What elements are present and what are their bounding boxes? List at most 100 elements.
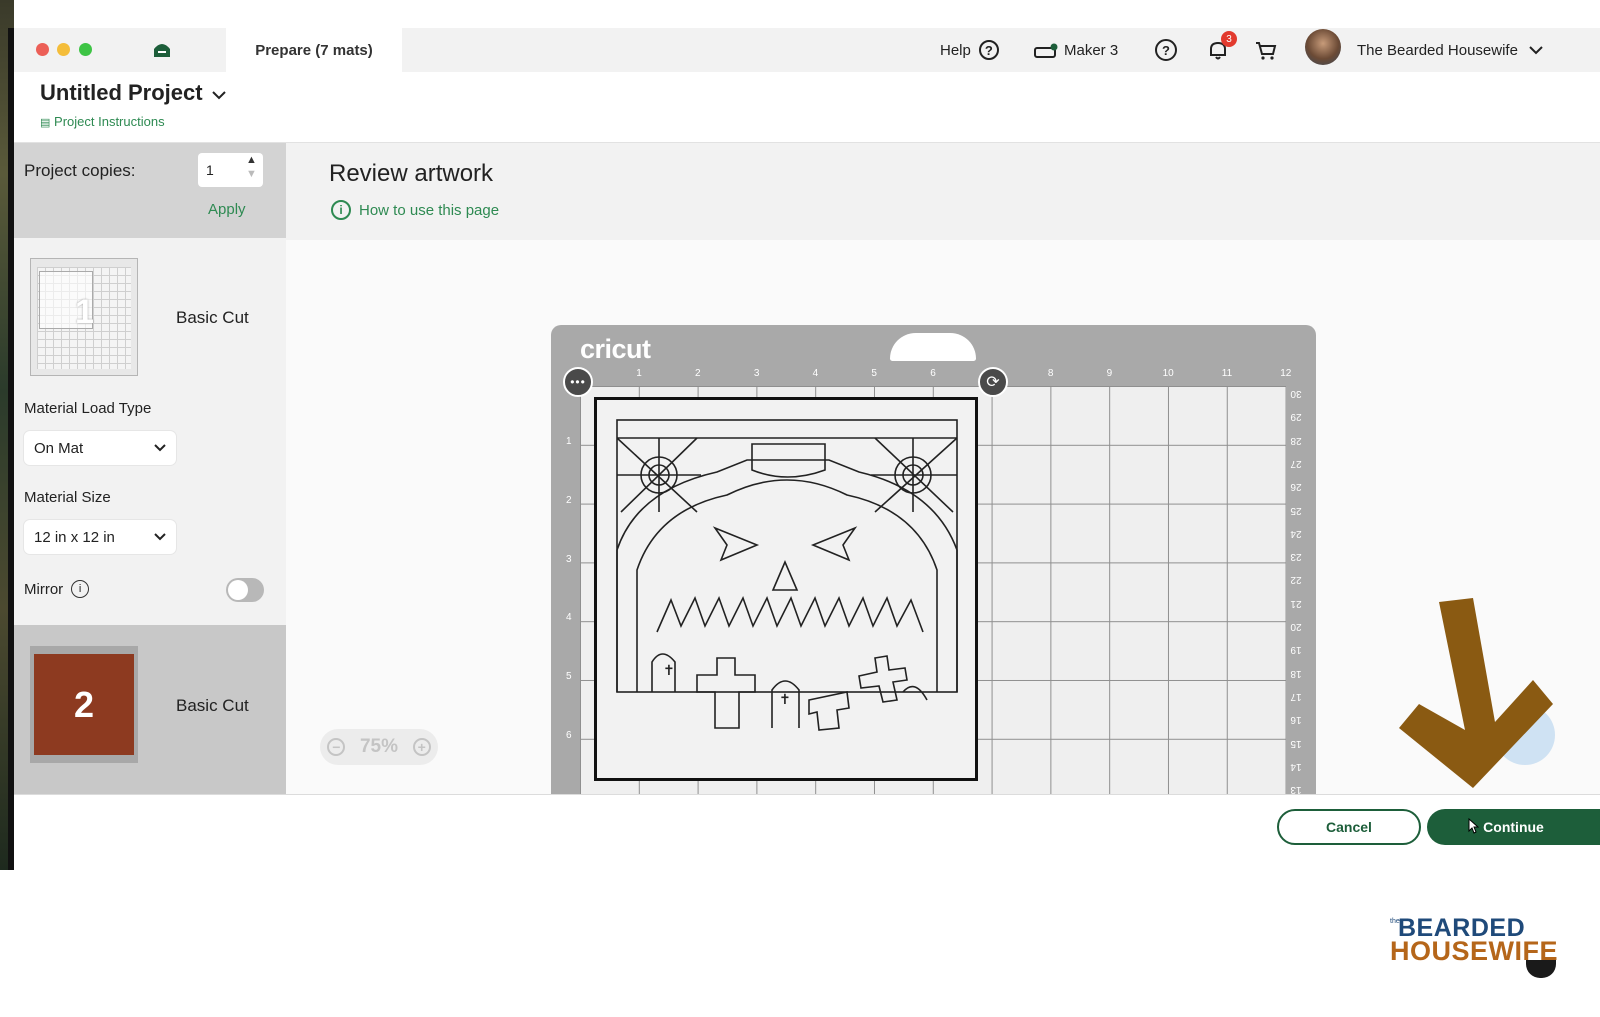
ruler-top-tick: 9 [1106,368,1113,379]
help-icon: ? [978,40,999,60]
copies-label: Project copies: [24,161,136,180]
rotate-button[interactable]: ⟳ [978,367,1008,397]
home-icon[interactable] [151,38,173,60]
user-name: The Bearded Housewife [1357,41,1518,59]
minimize-window-button[interactable] [57,43,70,56]
ruler-right-tick: 25 [1290,504,1302,516]
avatar[interactable] [1305,29,1341,65]
info-icon[interactable]: i [71,580,90,598]
ruler-right-tick: 16 [1290,714,1302,726]
document-icon: ▤ [40,117,51,129]
continue-button[interactable]: Continue [1427,809,1600,845]
ruler-right-tick: 22 [1290,574,1302,586]
cart-button[interactable] [1254,28,1278,72]
ruler-left-tick: 5 [566,671,572,683]
zoom-level: 75% [359,736,399,757]
ruler-top-tick: 2 [695,368,701,379]
mat-2-thumbnail[interactable]: 2 [30,646,138,763]
machine-icon [1034,43,1058,58]
ruler-left-tick: 6 [566,730,572,741]
material-load-type-select[interactable]: On Mat [24,431,176,465]
page-title: Review artwork [329,160,494,187]
mat-2-label: Basic Cut [176,696,249,715]
ruler-right-tick: 23 [1290,551,1302,563]
ruler-left-tick: 2 [566,494,572,506]
ruler-top-tick: 1 [636,368,642,379]
mat-1-thumbnail[interactable]: 1 [30,258,138,376]
material-size-label: Material Size [24,489,111,506]
question-bubble-icon: ? [1155,39,1177,61]
ellipsis-icon: ••• [570,375,586,389]
rotate-icon: ⟳ [986,374,1000,391]
zoom-window-button[interactable] [79,43,92,56]
ruler-right-tick: 30 [1290,388,1302,399]
svg-text:✝: ✝ [663,663,675,679]
cart-icon [1256,42,1277,60]
ruler-top-tick: 10 [1162,368,1174,379]
ruler-top-tick: 8 [1047,368,1054,379]
info-icon: i [331,200,351,220]
ruler-right-tick: 20 [1290,621,1302,632]
machine-label: Maker 3 [1064,41,1119,59]
close-window-button[interactable] [36,43,49,56]
ruler-right-tick: 15 [1290,737,1302,749]
ruler-top-tick: 5 [871,368,877,379]
mirror-row: Mirror i [24,580,90,598]
ruler-left-tick: 4 [566,612,572,624]
copies-stepper[interactable]: ▲ ▼ [246,153,257,181]
ruler-right-tick: 19 [1290,644,1302,656]
arrow-annotation [1395,596,1555,792]
chevron-down-icon [154,444,166,452]
user-menu[interactable]: The Bearded Housewife [1357,28,1544,72]
ruler-right-tick: 17 [1290,690,1302,702]
ruler-top-tick: 4 [812,368,819,379]
beard-icon [1526,960,1556,978]
mat-handle [890,333,976,361]
review-header [286,143,1600,240]
ruler-right-tick: 14 [1290,760,1302,772]
halloween-artwork: ✝ ✝ [616,419,958,731]
ruler-right-tick: 28 [1290,434,1302,446]
chevron-down-icon [1529,46,1543,55]
support-button[interactable]: ? [1155,28,1177,72]
zoom-control: − 75% + [320,729,438,765]
more-options-button[interactable]: ••• [563,367,593,397]
ruler-top-tick: 3 [753,368,760,379]
material-load-type-label: Material Load Type [24,400,152,417]
ruler-right-tick: 29 [1290,411,1302,423]
tab-prepare[interactable]: Prepare (7 mats) [226,28,402,72]
material-size-select[interactable]: 12 in x 12 in [24,520,176,554]
svg-text:✝: ✝ [779,692,791,708]
ruler-left-tick: 3 [566,553,572,565]
ruler-right-tick: 24 [1290,527,1302,539]
mat-1-label: Basic Cut [176,308,249,327]
bearded-housewife-logo: the BEARDED HOUSEWIFE [1390,914,1560,984]
ruler-right-tick: 21 [1290,597,1302,609]
tab-prepare-label: Prepare (7 mats) [255,41,373,59]
ruler-top-tick: 6 [930,368,936,379]
apply-button[interactable]: Apply [208,201,246,218]
chevron-down-icon [154,533,166,541]
how-to-link[interactable]: i How to use this page [331,200,499,220]
ruler-top-tick: 11 [1221,368,1233,379]
zoom-out-button[interactable]: − [327,738,346,756]
chevron-down-icon [211,91,226,100]
ruler-right-tick: 26 [1290,481,1302,493]
mouse-cursor [1467,817,1480,835]
ruler-top-tick: 12 [1280,368,1292,379]
zoom-in-button[interactable]: + [412,738,431,756]
ruler-right-tick: 18 [1290,667,1302,679]
artwork-image[interactable]: ✝ ✝ [594,397,978,781]
cricut-logo: cricut [580,334,651,364]
ruler-right-tick: 27 [1290,457,1302,469]
mirror-label: Mirror [24,580,64,598]
ruler-left-tick: 1 [566,436,572,447]
project-title[interactable]: Untitled Project [40,80,227,106]
help-label: Help [940,41,971,59]
cancel-button[interactable]: Cancel [1277,809,1421,845]
machine-selector[interactable]: Maker 3 [1034,28,1118,72]
help-menu[interactable]: Help ? [940,28,999,72]
mirror-toggle-knob [228,580,248,600]
project-instructions-link[interactable]: ▤ Project Instructions [40,114,165,129]
notification-badge: 3 [1221,31,1237,47]
